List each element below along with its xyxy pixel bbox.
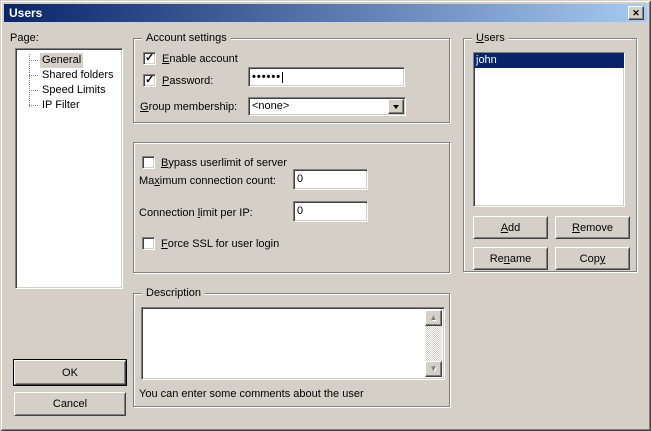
- password-checkbox[interactable]: [143, 74, 156, 87]
- tree-item-label: General: [40, 53, 83, 68]
- password-input[interactable]: ••••••: [248, 67, 405, 87]
- add-button[interactable]: Add: [473, 216, 548, 239]
- tree-item-label: Speed Limits: [40, 83, 108, 98]
- copy-button[interactable]: Copy: [555, 247, 630, 270]
- description-scrollbar[interactable]: ▲ ▼: [425, 310, 442, 377]
- ok-button-label: OK: [62, 367, 78, 379]
- account-settings-title: Account settings: [142, 32, 231, 45]
- ip-limit-label: Connection limit per IP:: [139, 207, 253, 220]
- chevron-down-icon: [393, 105, 399, 109]
- scroll-up-icon: ▲: [430, 314, 438, 322]
- cancel-button-label: Cancel: [53, 398, 87, 410]
- titlebar: Users ✕: [4, 4, 647, 22]
- scroll-down-button[interactable]: ▼: [425, 361, 442, 377]
- users-listbox[interactable]: john: [473, 52, 625, 207]
- tree-item-general[interactable]: General: [16, 53, 122, 68]
- tree-item-shared-folders[interactable]: Shared folders: [16, 68, 122, 83]
- user-name: john: [476, 54, 497, 66]
- tree-item-label: IP Filter: [40, 98, 82, 113]
- force-ssl-checkbox[interactable]: [142, 237, 155, 250]
- scroll-up-button[interactable]: ▲: [425, 310, 442, 326]
- scroll-down-icon: ▼: [430, 365, 438, 373]
- description-title: Description: [142, 287, 205, 300]
- group-membership-label: Group membership:: [140, 101, 237, 114]
- bypass-userlimit-checkbox[interactable]: [142, 156, 155, 169]
- tree-item-ip-filter[interactable]: IP Filter: [16, 98, 122, 113]
- users-dialog: Users ✕ Page: General Shared folders Spe…: [0, 0, 651, 431]
- scrollbar-track[interactable]: [425, 326, 442, 361]
- password-value: ••••••: [252, 71, 281, 83]
- page-label: Page:: [10, 32, 39, 45]
- close-button[interactable]: ✕: [628, 6, 644, 20]
- copy-button-label: Copy: [580, 253, 606, 265]
- page-tree[interactable]: General Shared folders Speed Limits IP F…: [15, 48, 123, 289]
- remove-button[interactable]: Remove: [555, 216, 630, 239]
- ip-limit-input[interactable]: 0: [293, 201, 368, 222]
- enable-account-checkbox[interactable]: [143, 52, 156, 65]
- add-button-label: Add: [501, 222, 521, 234]
- max-connection-label: Maximum connection count:: [139, 175, 276, 188]
- user-list-item[interactable]: john: [474, 53, 624, 68]
- bypass-userlimit-label[interactable]: Bypass userlimit of server: [161, 157, 287, 170]
- cancel-button[interactable]: Cancel: [14, 392, 126, 416]
- close-icon: ✕: [632, 9, 640, 18]
- group-membership-select[interactable]: <none>: [248, 97, 406, 116]
- window-title: Users: [9, 6, 42, 20]
- description-value: [144, 309, 150, 313]
- password-label[interactable]: Password:: [162, 75, 213, 88]
- rename-button-label: Rename: [490, 253, 532, 265]
- remove-button-label: Remove: [572, 222, 613, 234]
- users-group-title: Users: [472, 32, 509, 45]
- text-caret: [282, 72, 283, 83]
- description-hint: You can enter some comments about the us…: [139, 388, 364, 401]
- dropdown-button[interactable]: [388, 99, 404, 114]
- enable-account-label[interactable]: Enable account: [162, 53, 238, 66]
- force-ssl-label[interactable]: Force SSL for user login: [161, 238, 279, 251]
- group-membership-value: <none>: [252, 100, 289, 113]
- ok-button[interactable]: OK: [14, 360, 126, 385]
- rename-button[interactable]: Rename: [473, 247, 548, 270]
- tree-item-label: Shared folders: [40, 68, 116, 83]
- max-connection-input[interactable]: 0: [293, 169, 368, 190]
- description-textarea[interactable]: ▲ ▼: [141, 307, 445, 380]
- tree-item-speed-limits[interactable]: Speed Limits: [16, 83, 122, 98]
